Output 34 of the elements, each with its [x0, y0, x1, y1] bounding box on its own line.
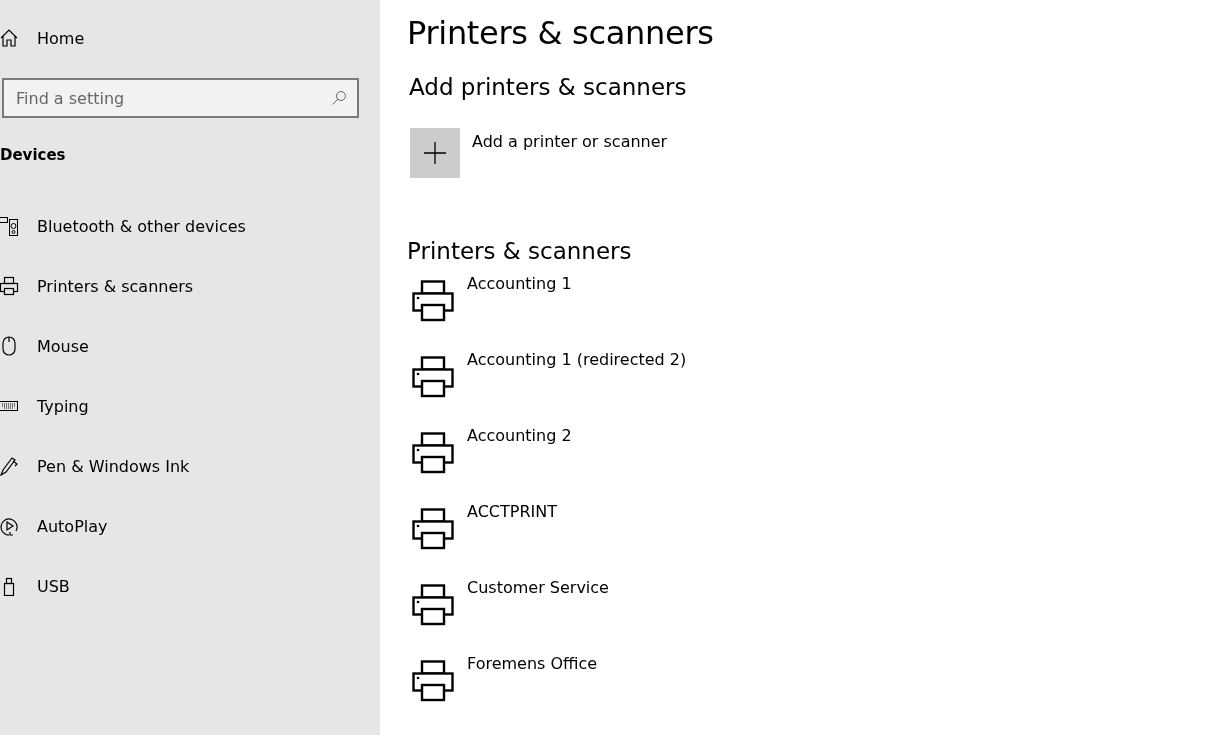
section-heading: Printers & scanners: [407, 238, 633, 264]
printer-icon: [412, 660, 454, 702]
nav-item[interactable]: Pen & Windows Ink: [0, 454, 380, 478]
printer-icon: [412, 432, 454, 474]
add-button[interactable]: [410, 128, 460, 178]
page-title: Printers & scanners: [407, 14, 714, 52]
nav-item[interactable]: Printers & scanners: [0, 274, 380, 298]
add-printer-link[interactable]: Add a printer or scanner: [472, 132, 668, 151]
nav-item[interactable]: Mouse: [0, 334, 380, 358]
printer-icon: [412, 508, 454, 550]
section-heading: Add printers & scanners: [409, 74, 688, 100]
printer-icon: [412, 280, 454, 322]
search-field[interactable]: Find a setting: [2, 78, 359, 118]
plus-icon: [424, 142, 446, 164]
mouse-icon: [0, 336, 19, 356]
printer-icon: [412, 584, 454, 626]
keyboard-speaker-icon: [0, 216, 19, 236]
pen-icon: [0, 456, 19, 476]
printer-name[interactable]: Customer Service: [467, 578, 609, 597]
nav-item[interactable]: AutoPlay: [0, 514, 380, 538]
nav-item[interactable]: USB: [0, 574, 380, 598]
printer-name[interactable]: ACCTPRINT: [467, 502, 557, 521]
nav-item[interactable]: Typing: [0, 394, 380, 418]
search-icon: [331, 90, 347, 106]
printer-name[interactable]: Foremens Office: [467, 654, 598, 673]
home-link[interactable]: Home: [0, 26, 380, 50]
printer-icon: [412, 356, 454, 398]
section-title: Devices: [0, 146, 67, 164]
printer-name[interactable]: Accounting 1 (redirected 2): [467, 350, 687, 369]
home-icon: [0, 28, 19, 48]
nav-item[interactable]: Bluetooth & other devices: [0, 214, 380, 238]
printer-name[interactable]: Accounting 2: [467, 426, 572, 445]
play-circle-icon: [0, 516, 19, 536]
printer-name[interactable]: Accounting 1: [467, 274, 572, 293]
